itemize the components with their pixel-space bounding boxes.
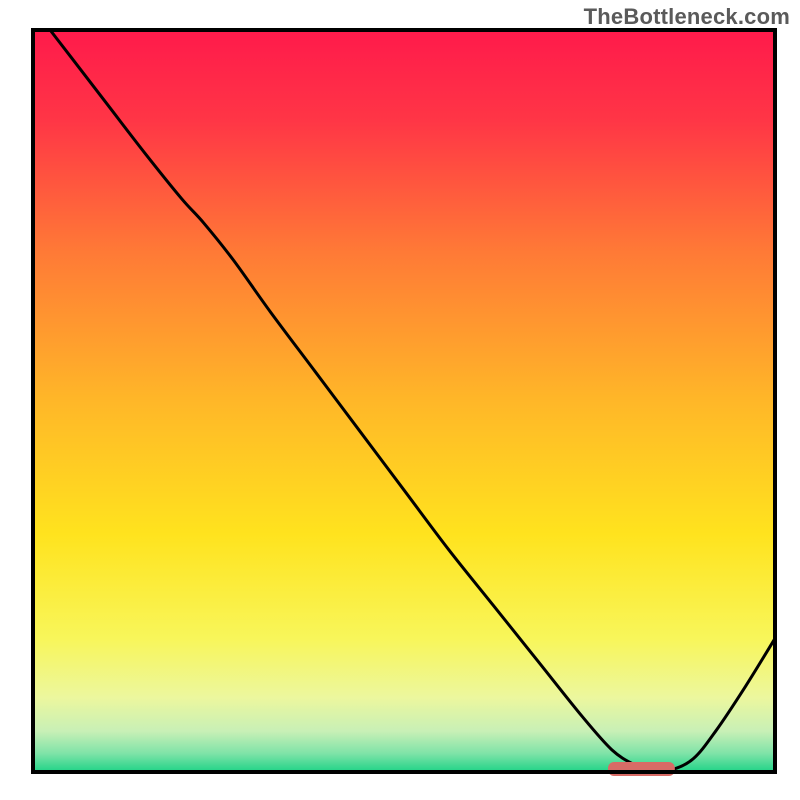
- plot-gradient-background: [33, 30, 775, 772]
- chart-container: TheBottleneck.com: [0, 0, 800, 800]
- watermark-text: TheBottleneck.com: [584, 4, 790, 30]
- bottleneck-chart: [0, 0, 800, 800]
